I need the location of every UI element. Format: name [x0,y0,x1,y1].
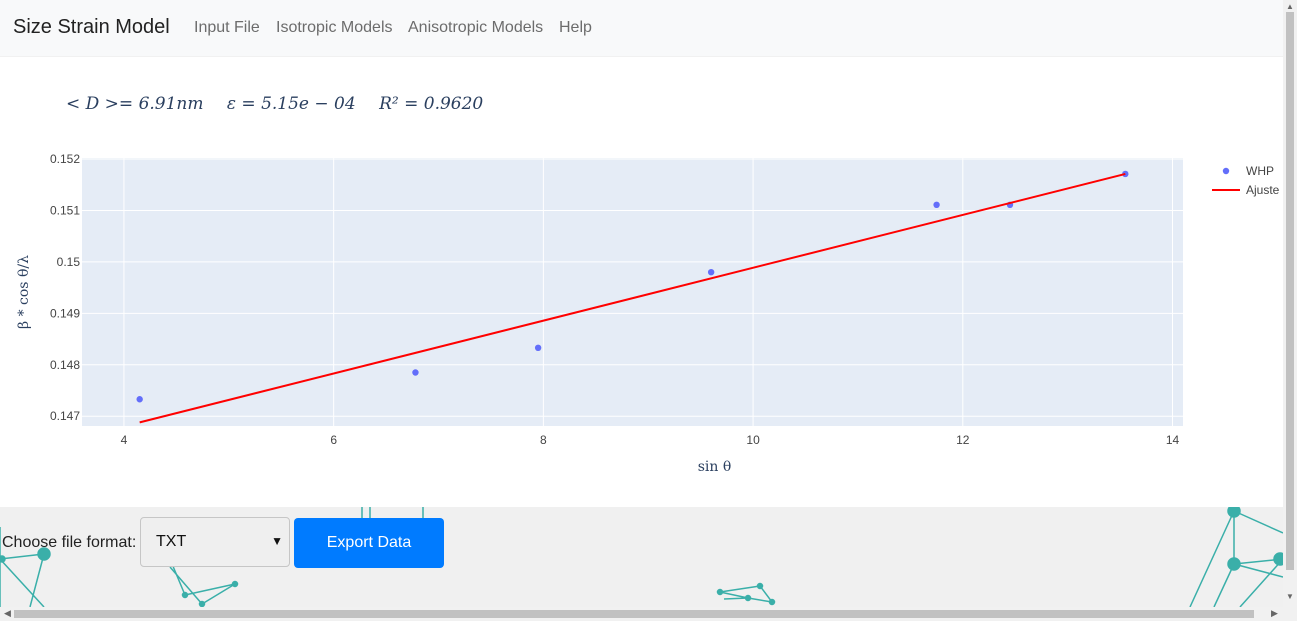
x-tick-label: 8 [540,433,547,447]
network-node [198,600,206,607]
network-edge [1213,563,1235,607]
strain-value: ε = 5.15e − 04 [226,94,356,114]
data-point [412,369,419,376]
network-node [231,580,239,588]
x-tick-label: 10 [746,433,760,447]
network-edge [184,583,236,596]
scroll-right-icon[interactable]: ▶ [1271,608,1278,619]
vertical-scroll-thumb[interactable] [1286,12,1294,570]
data-point [933,201,940,209]
network-edge [719,591,749,599]
crystallite-size-value: < D >= 6.91nm [66,94,204,114]
x-tick-label: 14 [1166,433,1180,447]
y-tick-label: 0.148 [50,358,80,372]
legend-label: Ajuste [1246,183,1280,197]
x-tick-label: 6 [330,433,337,447]
network-node [756,582,764,590]
legend-marker-swatch [1222,167,1230,175]
x-axis-title: sin θ [698,459,732,475]
network-node [716,588,724,596]
nav-anisotropic-models[interactable]: Anisotropic Models [408,19,543,37]
navbar: Size Strain Model Input File Isotropic M… [0,0,1283,57]
nav-help[interactable]: Help [559,19,592,37]
export-data-button[interactable]: Export Data [294,518,444,568]
network-node [181,591,189,599]
network-edge [1189,510,1235,607]
scroll-up-icon[interactable]: ▲ [1286,2,1294,11]
chevron-down-icon: ▼ [271,534,283,548]
file-format-selected: TXT [156,533,187,550]
network-edge [1239,558,1283,607]
data-point [136,396,143,403]
y-tick-label: 0.152 [50,152,80,166]
vertical-scrollbar[interactable]: ▲ ▼ [1283,0,1297,607]
network-node [768,598,776,606]
app-page: Size Strain Model Input File Isotropic M… [0,0,1297,621]
x-tick-label: 4 [121,433,128,447]
network-edge [747,597,773,603]
whp-chart[interactable]: 4 6 8 10 12 14 0.147 0.148 0.149 0.15 0.151 0.152 si… [0,140,1283,485]
y-tick-label: 0.149 [50,306,80,320]
brand-title[interactable]: Size Strain Model [13,16,170,39]
file-format-label: Choose file format: [2,534,137,551]
network-edge [169,566,203,605]
y-tick-label: 0.151 [50,203,80,217]
network-edge [0,558,45,607]
network-node [1273,552,1283,566]
y-tick-label: 0.15 [57,255,81,269]
network-node [1227,557,1241,571]
file-format-select[interactable]: TXT ▼ [140,517,290,567]
network-node [1227,507,1241,518]
r-squared-value: R² = 0.9620 [379,94,484,114]
export-panel: Choose file format: TXT ▼ Export Data [0,507,1283,607]
data-point [707,268,715,276]
network-node [0,555,6,563]
nav-input-file[interactable]: Input File [194,19,260,37]
x-tick-label: 12 [956,433,970,447]
y-tick-label: 0.147 [50,409,80,423]
data-point [534,344,542,352]
network-edge [723,597,749,600]
result-equation: < D >= 6.91nm ε = 5.15e − 04 R² = 0.9620 [66,94,501,114]
legend-label: WHP [1246,164,1274,178]
scroll-left-icon[interactable]: ◀ [4,608,11,619]
network-node [744,594,752,602]
nav-isotropic-models[interactable]: Isotropic Models [276,19,393,37]
scroll-down-icon[interactable]: ▼ [1286,592,1294,601]
plot-area [82,158,1183,426]
network-edge [1233,510,1283,534]
network-edge [1233,563,1283,578]
horizontal-scrollbar[interactable]: ◀ ▶ [0,607,1297,621]
y-axis-title: β * cos θ/λ [16,255,32,329]
network-edge [719,585,761,593]
horizontal-scroll-thumb[interactable] [14,610,1254,618]
